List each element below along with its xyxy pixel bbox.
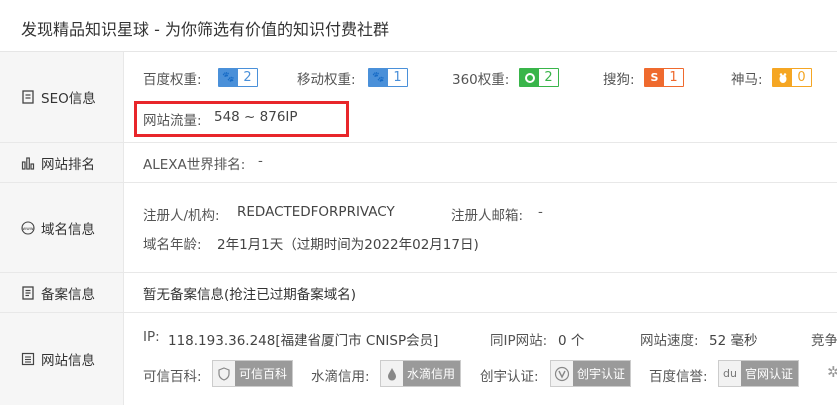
mobile-weight-label: 移动权重: [297, 72, 356, 88]
water-drop-icon [381, 361, 403, 386]
domain-age-value: 2年1月1天（过期时间为2022年02月17日) [217, 237, 479, 253]
document-icon [22, 285, 34, 300]
mobile-weight-badge[interactable]: 🐾 1 [368, 68, 408, 87]
360-weight-label: 360权重: [452, 72, 510, 88]
list-icon [21, 352, 35, 366]
page-title: 发现精品知识星球 - 为你筛选有价值的知识付费社群 [0, 0, 837, 52]
shuidi-badge[interactable]: 水滴信用 [380, 360, 462, 387]
speed-label: 网站速度: [640, 333, 699, 349]
baidu-credit-label: 百度信誉: [649, 369, 708, 385]
site-info-label: 网站信息 [0, 313, 124, 405]
registrant-label: 注册人/机构: [143, 208, 220, 224]
shenma-label: 神马: [731, 72, 763, 88]
360-weight-badge[interactable]: 2 [519, 68, 559, 87]
paw-icon: 🐾 [369, 69, 388, 86]
document-icon [22, 90, 34, 104]
email-label: 注册人邮箱: [451, 208, 524, 224]
speed-value: 52 毫秒 [709, 333, 758, 349]
shield-icon [213, 361, 235, 386]
domain-row: www 域名信息 注册人/机构: REDACTEDFORPRIVACY 注册人邮… [0, 183, 837, 273]
baidu-weight-badge[interactable]: 🐾 2 [218, 68, 258, 87]
shenma-badge[interactable]: 0 [772, 68, 812, 87]
sogou-label: 搜狗: [603, 72, 635, 88]
site-info-panel: 发现精品知识星球 - 为你筛选有价值的知识付费社群 SEO信息 百度权重: 🐾 … [0, 0, 837, 405]
domain-label: www 域名信息 [0, 183, 124, 272]
domain-age-label: 域名年龄: [143, 237, 202, 253]
icp-value: 暂无备案信息(抢注已过期备案域名) [143, 287, 357, 303]
shuidi-label: 水滴信用: [311, 369, 370, 385]
seo-row: SEO信息 百度权重: 🐾 2 移动权重: 🐾 1 360权重: 2 搜狗: S… [0, 52, 837, 143]
sogou-icon: S [645, 69, 664, 86]
seo-label: SEO信息 [0, 52, 124, 142]
same-ip-label: 同IP网站: [490, 333, 548, 349]
chuangyu-badge[interactable]: 创宇认证 [550, 360, 632, 387]
site-info-row: 网站信息 IP: 118.193.36.248[福建省厦门市 CNISP会员] … [0, 313, 837, 405]
rank-label: 网站排名 [0, 143, 124, 182]
alexa-value: - [258, 153, 263, 169]
loading-icon: ✲ [827, 363, 837, 381]
icp-row: 备案信息 暂无备案信息(抢注已过期备案域名) [0, 273, 837, 313]
paw-icon: 🐾 [219, 69, 238, 86]
competitor-label: 竞争 [811, 333, 837, 349]
ip-value[interactable]: 118.193.36.248[福建省厦门市 CNISP会员] [168, 329, 438, 349]
paw-icon: du [719, 361, 741, 386]
www-icon: www [21, 220, 35, 235]
kexin-label: 可信百科: [143, 369, 202, 385]
bar-chart-icon [21, 156, 35, 170]
chuangyu-label: 创宇认证: [480, 369, 539, 385]
highlight-box [134, 101, 349, 137]
icp-label: 备案信息 [0, 273, 124, 312]
rank-row: 网站排名 ALEXA世界排名: - [0, 143, 837, 183]
verified-v-icon [551, 361, 573, 386]
registrant-value: REDACTEDFORPRIVACY [237, 204, 395, 220]
alexa-label: ALEXA世界排名: [143, 157, 246, 173]
shenma-icon [773, 69, 792, 86]
360-icon [520, 69, 539, 86]
svg-text:www: www [22, 226, 34, 231]
baidu-weight-label: 百度权重: [143, 72, 202, 88]
ip-label: IP: [143, 329, 160, 345]
sogou-badge[interactable]: S 1 [644, 68, 684, 87]
email-value: - [538, 204, 543, 220]
same-ip-value[interactable]: 0 个 [558, 329, 584, 349]
baidu-credit-badge[interactable]: du 官网认证 [718, 360, 800, 387]
kexin-badge[interactable]: 可信百科 [212, 360, 294, 387]
